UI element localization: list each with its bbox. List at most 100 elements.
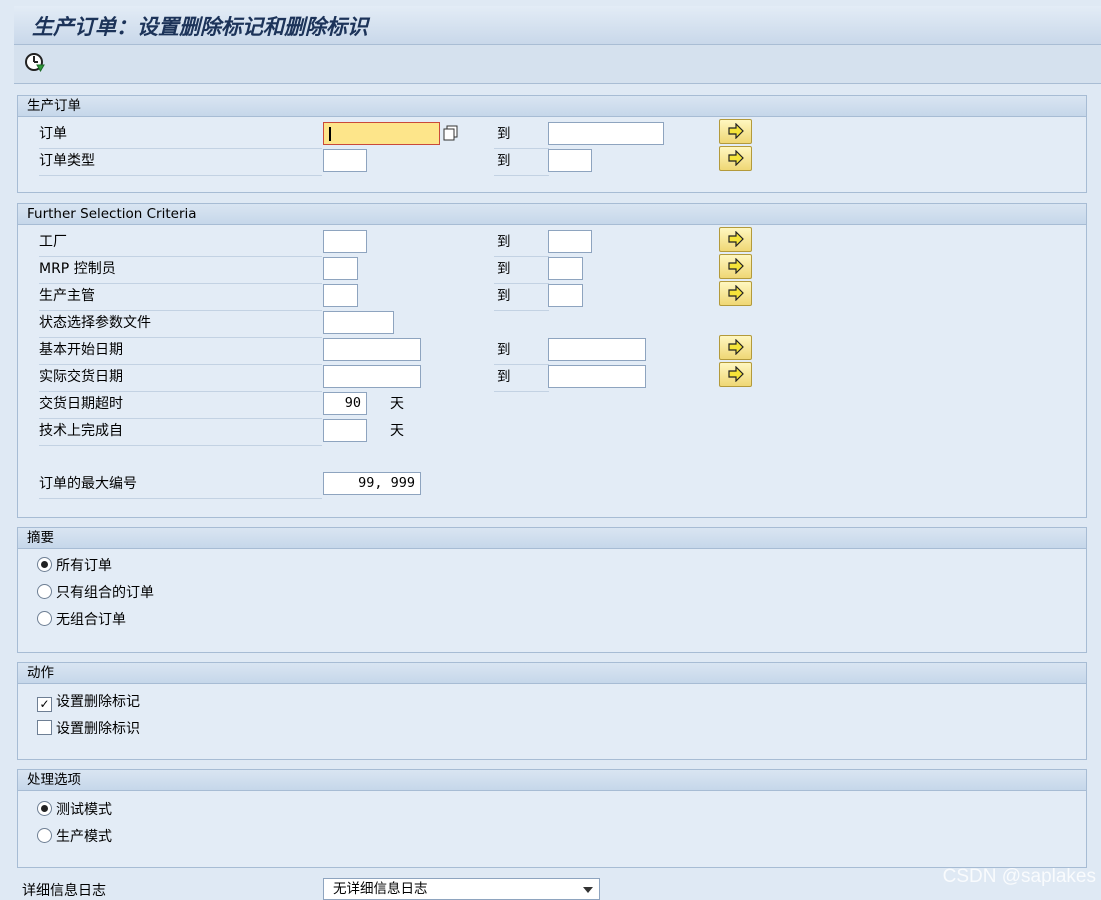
actual-delivery-date-to-input[interactable] xyxy=(548,365,646,388)
delivery-overdue-label: 交货日期超时 xyxy=(39,392,322,419)
status-profile-input[interactable] xyxy=(323,311,394,334)
radio-label: 只有组合的订单 xyxy=(56,585,154,601)
radio-all-orders[interactable]: 所有订单 xyxy=(37,555,112,577)
multiple-selection-button[interactable] xyxy=(719,254,752,279)
title-bar: 生产订单：设置删除标记和删除标识 xyxy=(14,6,1101,45)
tech-complete-label: 技术上完成自 xyxy=(39,419,322,446)
to-label: 到 xyxy=(494,365,549,392)
multiple-selection-button[interactable] xyxy=(719,335,752,360)
toolbar xyxy=(14,45,1101,84)
radio-production-mode[interactable]: 生产模式 xyxy=(37,826,112,848)
radio-label: 无组合订单 xyxy=(56,612,126,628)
days-unit-label: 天 xyxy=(390,423,404,439)
checkbox[interactable] xyxy=(37,720,52,735)
checkbox[interactable]: ✓ xyxy=(37,697,52,712)
production-supervisor-to-input[interactable] xyxy=(548,284,583,307)
max-orders-row: 订单的最大编号 99, 999 xyxy=(18,472,1086,499)
checkbox-set-deletion-indicator[interactable]: 设置删除标识 xyxy=(37,718,140,740)
production-supervisor-from-input[interactable] xyxy=(323,284,358,307)
to-label: 到 xyxy=(494,149,549,176)
action-group: 动作 ✓ 设置删除标记 设置删除标识 xyxy=(17,662,1087,760)
page-title: 生产订单：设置删除标记和删除标识 xyxy=(32,14,368,39)
order-type-label: 订单类型 xyxy=(39,149,322,176)
multiple-selection-icon[interactable] xyxy=(442,124,460,142)
production-order-group: 生产订单 订单 到 订单类型 到 xyxy=(17,95,1087,193)
radio-test-mode[interactable]: 测试模式 xyxy=(37,799,112,821)
order-to-input[interactable] xyxy=(548,122,664,145)
watermark: CSDN @saplakes xyxy=(942,866,1096,887)
group-title: 生产订单 xyxy=(18,96,1086,117)
to-label: 到 xyxy=(494,338,549,365)
checkbox-label: 设置删除标记 xyxy=(56,694,140,710)
actual-delivery-date-from-input[interactable] xyxy=(323,365,421,388)
radio-label: 测试模式 xyxy=(56,802,112,818)
arrow-right-icon xyxy=(728,285,744,301)
checkbox-label: 设置删除标识 xyxy=(56,721,140,737)
group-title: 动作 xyxy=(18,663,1086,684)
radio-button[interactable] xyxy=(37,584,52,599)
order-label: 订单 xyxy=(39,122,322,149)
mrp-controller-from-input[interactable] xyxy=(323,257,358,280)
to-label: 到 xyxy=(494,257,549,284)
mrp-controller-label: MRP 控制员 xyxy=(39,257,322,284)
max-orders-input[interactable]: 99, 999 xyxy=(323,472,421,495)
order-type-to-input[interactable] xyxy=(548,149,592,172)
text-caret xyxy=(329,127,331,141)
multiple-selection-button[interactable] xyxy=(719,281,752,306)
arrow-right-icon xyxy=(728,366,744,382)
order-type-from-input[interactable] xyxy=(323,149,367,172)
plant-to-input[interactable] xyxy=(548,230,592,253)
mrp-controller-to-input[interactable] xyxy=(548,257,583,280)
order-type-row: 订单类型 到 xyxy=(18,146,1086,176)
processing-options-group: 处理选项 测试模式 生产模式 xyxy=(17,769,1087,868)
multiple-selection-button[interactable] xyxy=(719,119,752,144)
actual-delivery-date-label: 实际交货日期 xyxy=(39,365,322,392)
further-selection-group: Further Selection Criteria 工厂 到 MRP 控制员 … xyxy=(17,203,1087,518)
radio-label: 生产模式 xyxy=(56,829,112,845)
detail-log-value: 无详细信息日志 xyxy=(333,881,428,897)
arrow-right-icon xyxy=(728,339,744,355)
production-supervisor-row: 生产主管 到 xyxy=(18,281,1086,311)
multiple-selection-button[interactable] xyxy=(719,146,752,171)
radio-button[interactable] xyxy=(37,801,52,816)
radio-button[interactable] xyxy=(37,828,52,843)
summary-group: 摘要 所有订单 只有组合的订单 无组合订单 xyxy=(17,527,1087,653)
status-profile-row: 状态选择参数文件 xyxy=(18,311,1086,338)
status-profile-label: 状态选择参数文件 xyxy=(39,311,322,338)
group-title: 处理选项 xyxy=(18,770,1086,791)
order-from-input[interactable] xyxy=(323,122,440,145)
group-title: Further Selection Criteria xyxy=(18,204,1086,225)
delivery-overdue-row: 交货日期超时 90 天 xyxy=(18,392,1086,419)
detail-log-label: 详细信息日志 xyxy=(22,883,106,899)
tech-complete-row: 技术上完成自 天 xyxy=(18,419,1086,446)
to-label: 到 xyxy=(494,230,549,257)
actual-delivery-date-row: 实际交货日期 到 xyxy=(18,362,1086,392)
arrow-right-icon xyxy=(728,150,744,166)
radio-label: 所有订单 xyxy=(56,558,112,574)
tech-complete-input[interactable] xyxy=(323,419,367,442)
order-row: 订单 到 xyxy=(18,119,1086,149)
radio-button[interactable] xyxy=(37,611,52,626)
execute-clock-icon[interactable] xyxy=(23,51,47,75)
basic-start-date-from-input[interactable] xyxy=(323,338,421,361)
multiple-selection-button[interactable] xyxy=(719,362,752,387)
radio-collective-orders-only[interactable]: 只有组合的订单 xyxy=(37,582,154,604)
basic-start-date-label: 基本开始日期 xyxy=(39,338,322,365)
multiple-selection-button[interactable] xyxy=(719,227,752,252)
plant-from-input[interactable] xyxy=(323,230,367,253)
radio-no-collective-orders[interactable]: 无组合订单 xyxy=(37,609,126,631)
arrow-right-icon xyxy=(728,258,744,274)
chevron-down-icon[interactable] xyxy=(583,887,593,893)
plant-row: 工厂 到 xyxy=(18,227,1086,257)
to-label: 到 xyxy=(494,122,549,149)
plant-label: 工厂 xyxy=(39,230,322,257)
production-supervisor-label: 生产主管 xyxy=(39,284,322,311)
max-orders-label: 订单的最大编号 xyxy=(39,472,322,499)
group-title: 摘要 xyxy=(18,528,1086,549)
delivery-overdue-input[interactable]: 90 xyxy=(323,392,367,415)
days-unit-label: 天 xyxy=(390,396,404,412)
radio-button[interactable] xyxy=(37,557,52,572)
checkbox-set-deletion-flag[interactable]: ✓ 设置删除标记 xyxy=(37,691,140,713)
basic-start-date-to-input[interactable] xyxy=(548,338,646,361)
arrow-right-icon xyxy=(728,123,744,139)
